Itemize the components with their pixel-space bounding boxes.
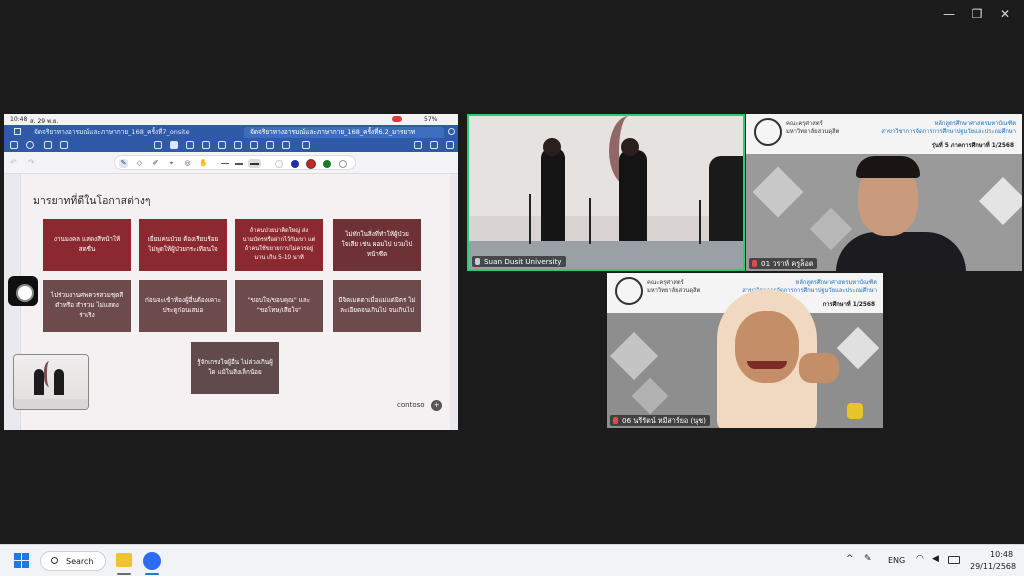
record-indicator-icon: [392, 116, 402, 122]
slide-box: เยี่ยมคนป่วย ต้องเรียบร้อย ไม่พูดให้ผู้ป…: [139, 219, 227, 271]
more-icon[interactable]: [448, 128, 455, 135]
participant-label: 06 นรีรัตน์ หมีสาร์ยอ (นุช): [610, 415, 710, 426]
video-tile-participant-06[interactable]: คณะครุศาสตร์ มหาวิทยาลัยสวนดุสิต หลักสูต…: [607, 273, 883, 428]
tab-onsite[interactable]: จัดจริยาทางอารมณ์และภาษากาย_168_ครั้งที่…: [28, 127, 234, 138]
volume-icon[interactable]: ◀: [932, 554, 939, 564]
eraser-tool-icon[interactable]: ◇: [135, 159, 144, 168]
thick-stroke-option[interactable]: [248, 159, 261, 168]
slide-box: ก่อนจะเข้าห้องผู้อื่นต้องเคาะประตูก่อนเส…: [139, 280, 227, 332]
self-view-thumbnail[interactable]: [13, 354, 89, 410]
tile-cohort: การศึกษาที่ 1/2568: [822, 302, 875, 308]
pen-menu-icon[interactable]: ✎: [864, 554, 872, 564]
highlighter-tool-icon[interactable]: ✐: [151, 159, 160, 168]
slide-box: "ขอบใจ/ขอบคุณ" และ "ขอโทษ/เสียใจ": [235, 280, 323, 332]
slide-box: รู้จักเกรงใจผู้อื่น ไม่ล่วงเกินผู้ใด แม้…: [191, 342, 279, 394]
slide-next-icon[interactable]: +: [431, 400, 442, 411]
medium-stroke-option[interactable]: [235, 163, 243, 165]
clock-time[interactable]: 10:48: [990, 550, 1013, 559]
tile-cohort: รุ่นที่ 5 ภาคการศึกษาที่ 1/2568: [931, 143, 1014, 149]
more-options-icon[interactable]: [446, 141, 454, 149]
tab-manners[interactable]: จัดจริยาทางอารมณ์และภาษากาย_168_ครั้งที่…: [244, 127, 444, 138]
chevron-up-icon[interactable]: ^: [846, 554, 854, 564]
highlighter-icon[interactable]: [266, 141, 274, 149]
battery-icon[interactable]: [948, 556, 960, 564]
status-time: 10:48: [10, 116, 28, 123]
participant-label: 01 วราห์ ครูล็อต: [749, 258, 818, 269]
color-white-swatch[interactable]: [275, 160, 283, 168]
color-red-swatch[interactable]: [307, 160, 315, 168]
undo-arrow-icon[interactable]: ↶: [10, 158, 20, 167]
tile-org-right: หลักสูตรศึกษาศาสตรมหาบัณฑิต สาขาวิชาการจ…: [881, 121, 1016, 135]
mic-muted-icon: [752, 260, 757, 267]
minimize-icon[interactable]: —: [940, 6, 958, 22]
eraser-icon[interactable]: [186, 141, 194, 149]
slide-box: ไปร่วมงานศพควรสวมชุดสีดำหรือ สำรวม ไม่แส…: [43, 280, 131, 332]
slide-title: มารยาทที่ดีในโอกาสต่างๆ: [33, 195, 151, 207]
ipad-status-bar: 10:48 ส. 29 พ.ย. 57%: [4, 114, 458, 125]
document-tab-bar: จัดจริยาทางอารมณ์และภาษากาย_168_ครั้งที่…: [4, 125, 458, 138]
meeting-window: — ❐ ✕ 10:48 ส. 29 พ.ย. 57% จัดจริยาทางอา…: [0, 0, 1024, 544]
add-color-icon[interactable]: [339, 160, 347, 168]
bookmark-icon[interactable]: [60, 141, 68, 149]
university-seal: [754, 118, 782, 146]
search-icon: [51, 557, 58, 564]
mic-muted-icon: [613, 417, 618, 424]
color-green-swatch[interactable]: [323, 160, 331, 168]
search-label: Search: [66, 557, 94, 566]
shape-tool-icon[interactable]: ◎: [183, 159, 192, 168]
video-tile-classroom[interactable]: Suan Dusit University: [467, 114, 745, 271]
image-icon[interactable]: [234, 141, 242, 149]
restore-icon[interactable]: ❐: [968, 6, 986, 22]
search-icon[interactable]: [26, 141, 34, 149]
home-icon[interactable]: [14, 128, 21, 135]
windows-start-icon[interactable]: [14, 553, 30, 569]
lasso-icon[interactable]: [218, 141, 226, 149]
contoso-logo: contoso: [397, 401, 425, 409]
participant-label: Suan Dusit University: [472, 256, 566, 267]
university-seal: [615, 277, 643, 305]
mic-on-icon: [475, 258, 480, 265]
video-tile-participant-01[interactable]: คณะครุศาสตร์ มหาวิทยาลัยสวนดุสิต หลักสูต…: [746, 114, 1022, 271]
laser-icon[interactable]: [282, 141, 290, 149]
redo-arrow-icon[interactable]: ↷: [28, 158, 38, 167]
lasso-tool-icon[interactable]: ⌖: [167, 159, 176, 168]
wifi-icon[interactable]: ◠: [916, 554, 924, 564]
sticker-icon[interactable]: [250, 141, 258, 149]
pen-tool-icon[interactable]: [170, 141, 178, 149]
sidebar-icon[interactable]: [10, 141, 18, 149]
taskbar-search[interactable]: Search: [40, 551, 106, 571]
color-blue-swatch[interactable]: [291, 160, 299, 168]
taskbar: Search ^ ✎ ENG ◠ ◀ 10:48 29/11/2568: [0, 544, 1024, 576]
share-icon[interactable]: [414, 141, 422, 149]
document-toolbar: [4, 138, 458, 152]
pen-palette: ✎ ◇ ✐ ⌖ ◎ ✋: [114, 155, 356, 170]
slide-box: ไม่ทักในสิ่งที่ทำให้ผู้ป่วยใจเสีย เช่น ผ…: [333, 219, 421, 271]
hand-tool-icon[interactable]: ✋: [199, 159, 208, 168]
assistive-touch-icon[interactable]: [8, 276, 38, 306]
thin-stroke-option[interactable]: [221, 163, 229, 164]
language-indicator[interactable]: ENG: [888, 556, 905, 565]
add-page-icon[interactable]: [430, 141, 438, 149]
clock-date[interactable]: 29/11/2568: [970, 562, 1016, 571]
tile-org-left: คณะครุศาสตร์ มหาวิทยาลัยสวนดุสิต: [786, 121, 840, 135]
undo-icon[interactable]: [44, 141, 52, 149]
zoom-app-icon[interactable]: [143, 552, 161, 570]
slide-box: มีจิตเมตตาเมื่อแม่แต่มิตร ไม่ละเอียดจนเก…: [333, 280, 421, 332]
shapes-icon[interactable]: [202, 141, 210, 149]
pen-options-bar: ↶ ↷ ✎ ◇ ✐ ⌖ ◎ ✋: [4, 152, 458, 174]
mic-icon[interactable]: [302, 141, 310, 149]
file-explorer-icon[interactable]: [116, 553, 132, 567]
text-tool-icon[interactable]: [154, 141, 162, 149]
slide-box: ถ้าคนป่วยน่าติดใหญ่ ส่งนามบัตรหรือฝากไว้…: [235, 219, 323, 271]
pen-icon[interactable]: ✎: [119, 159, 128, 168]
tile-org-left: คณะครุศาสตร์ มหาวิทยาลัยสวนดุสิต: [647, 280, 701, 294]
close-icon[interactable]: ✕: [996, 6, 1014, 22]
status-battery: 57%: [424, 116, 438, 123]
slide-box: งานมงคล แสดงสีหน้าให้สดชื่น: [43, 219, 131, 271]
